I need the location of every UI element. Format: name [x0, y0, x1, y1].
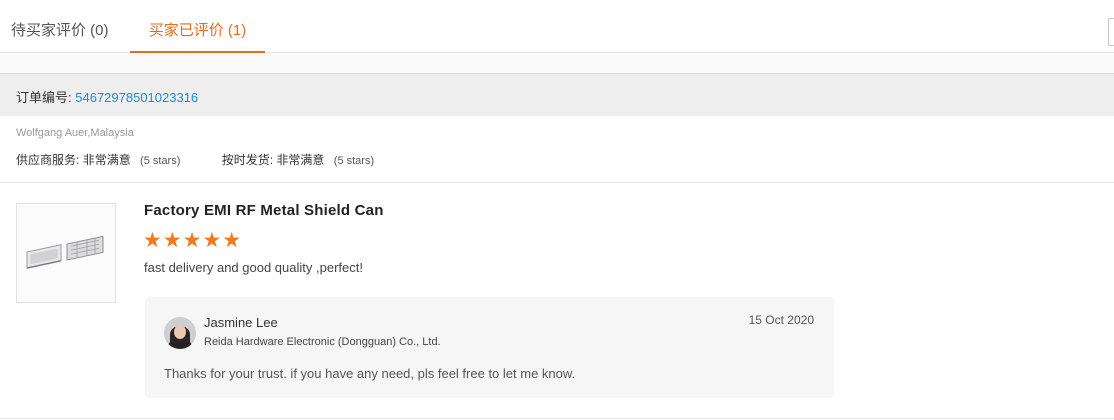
buyer-name-location: Wolfgang Auer,Malaysia [16, 127, 134, 139]
divider [0, 182, 1114, 183]
rating-label: 按时发货: [221, 153, 274, 167]
tab-pending-reviews[interactable]: 待买家评价 (0) [11, 0, 109, 52]
supplier-reply: Jasmine Lee Reida Hardware Electronic (D… [145, 297, 834, 398]
section-gap [0, 53, 1114, 73]
rating-label: 供应商服务: [16, 153, 80, 167]
order-number-row: 订单编号: 54672978501023316 [16, 87, 198, 106]
rating-supplier-service: 供应商服务: 非常满意 (5 stars) [16, 151, 180, 168]
divider [0, 418, 1114, 419]
shield-can-image [17, 204, 115, 302]
rating-on-time-delivery: 按时发货: 非常满意 (5 stars) [222, 151, 374, 168]
order-number-label: 订单编号: [16, 90, 72, 105]
replier-name: Jasmine Lee [204, 315, 278, 330]
star-rating: ★★★★★ [143, 229, 243, 252]
review-tabs: 待买家评价 (0) 买家已评价 (1) [0, 0, 1114, 53]
person-icon [164, 317, 196, 349]
product-thumbnail[interactable] [16, 203, 116, 303]
rating-value: 非常满意 [276, 153, 325, 167]
review-comment: fast delivery and good quality ,perfect! [144, 260, 363, 275]
replier-company: Reida Hardware Electronic (Dongguan) Co.… [204, 336, 441, 348]
edge-control[interactable] [1108, 18, 1114, 46]
rating-note: (5 stars) [140, 155, 181, 167]
supplier-ratings: 供应商服务: 非常满意 (5 stars) 按时发货: 非常满意 (5 star… [16, 151, 374, 168]
reply-date: 15 Oct 2020 [748, 313, 814, 327]
rating-value: 非常满意 [82, 153, 131, 167]
reply-text: Thanks for your trust. if you have any n… [164, 366, 576, 381]
tab-buyer-reviewed[interactable]: 买家已评价 (1) [130, 0, 265, 53]
order-number-link[interactable]: 54672978501023316 [75, 90, 198, 105]
rating-note: (5 stars) [333, 155, 375, 167]
order-header: 订单编号: 54672978501023316 [0, 73, 1114, 116]
avatar [164, 317, 196, 349]
product-title[interactable]: Factory EMI RF Metal Shield Can [144, 202, 384, 219]
